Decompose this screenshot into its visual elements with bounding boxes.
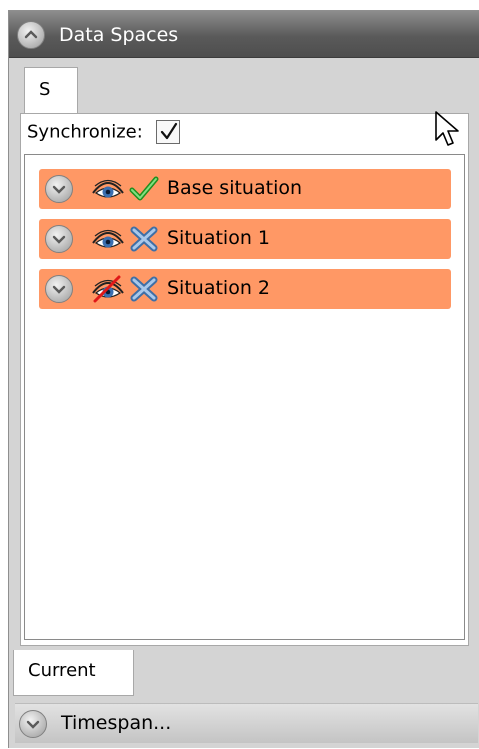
eye-hidden-icon[interactable] <box>91 275 125 303</box>
chevron-down-icon <box>26 720 40 729</box>
expand-button[interactable] <box>45 225 73 253</box>
synchronize-checkbox[interactable] <box>155 120 180 144</box>
synchronize-row: Synchronize: <box>27 120 180 148</box>
checkmark-icon <box>160 122 178 140</box>
cross-icon <box>130 226 158 252</box>
tab-s[interactable]: S <box>24 67 78 114</box>
timespan-label: Timespan... <box>61 712 172 734</box>
eye-icon[interactable] <box>91 175 125 203</box>
situation-label: Situation 2 <box>167 277 270 299</box>
situation-item-1[interactable]: Situation 1 <box>39 219 451 259</box>
chevron-up-icon <box>24 30 38 39</box>
chevron-down-icon <box>52 235 66 244</box>
situation-item-2[interactable]: Situation 2 <box>39 269 451 309</box>
timespan-bar[interactable]: Timespan... <box>15 703 478 743</box>
mouse-cursor-icon <box>435 111 459 146</box>
expand-timespan-button[interactable] <box>19 710 47 738</box>
cross-icon <box>130 276 158 302</box>
situation-label: Situation 1 <box>167 227 270 249</box>
tab-current-label: Current <box>28 660 96 681</box>
panel-title: Data Spaces <box>59 24 179 46</box>
tab-current[interactable]: Current <box>13 650 134 696</box>
data-spaces-header[interactable]: Data Spaces <box>9 11 479 58</box>
tab-content: Synchronize: Base situation Situation 1 … <box>20 113 469 646</box>
collapse-button[interactable] <box>17 21 45 49</box>
situation-label: Base situation <box>167 177 303 199</box>
expand-button[interactable] <box>45 175 73 203</box>
situation-list: Base situation Situation 1 Situation 2 <box>24 154 465 640</box>
chevron-down-icon <box>52 185 66 194</box>
expand-button[interactable] <box>45 275 73 303</box>
situation-item-base[interactable]: Base situation <box>39 169 451 209</box>
synchronize-label: Synchronize: <box>27 121 143 143</box>
tab-s-label: S <box>39 79 51 100</box>
eye-icon[interactable] <box>91 225 125 253</box>
chevron-down-icon <box>52 285 66 294</box>
check-icon <box>129 176 159 201</box>
